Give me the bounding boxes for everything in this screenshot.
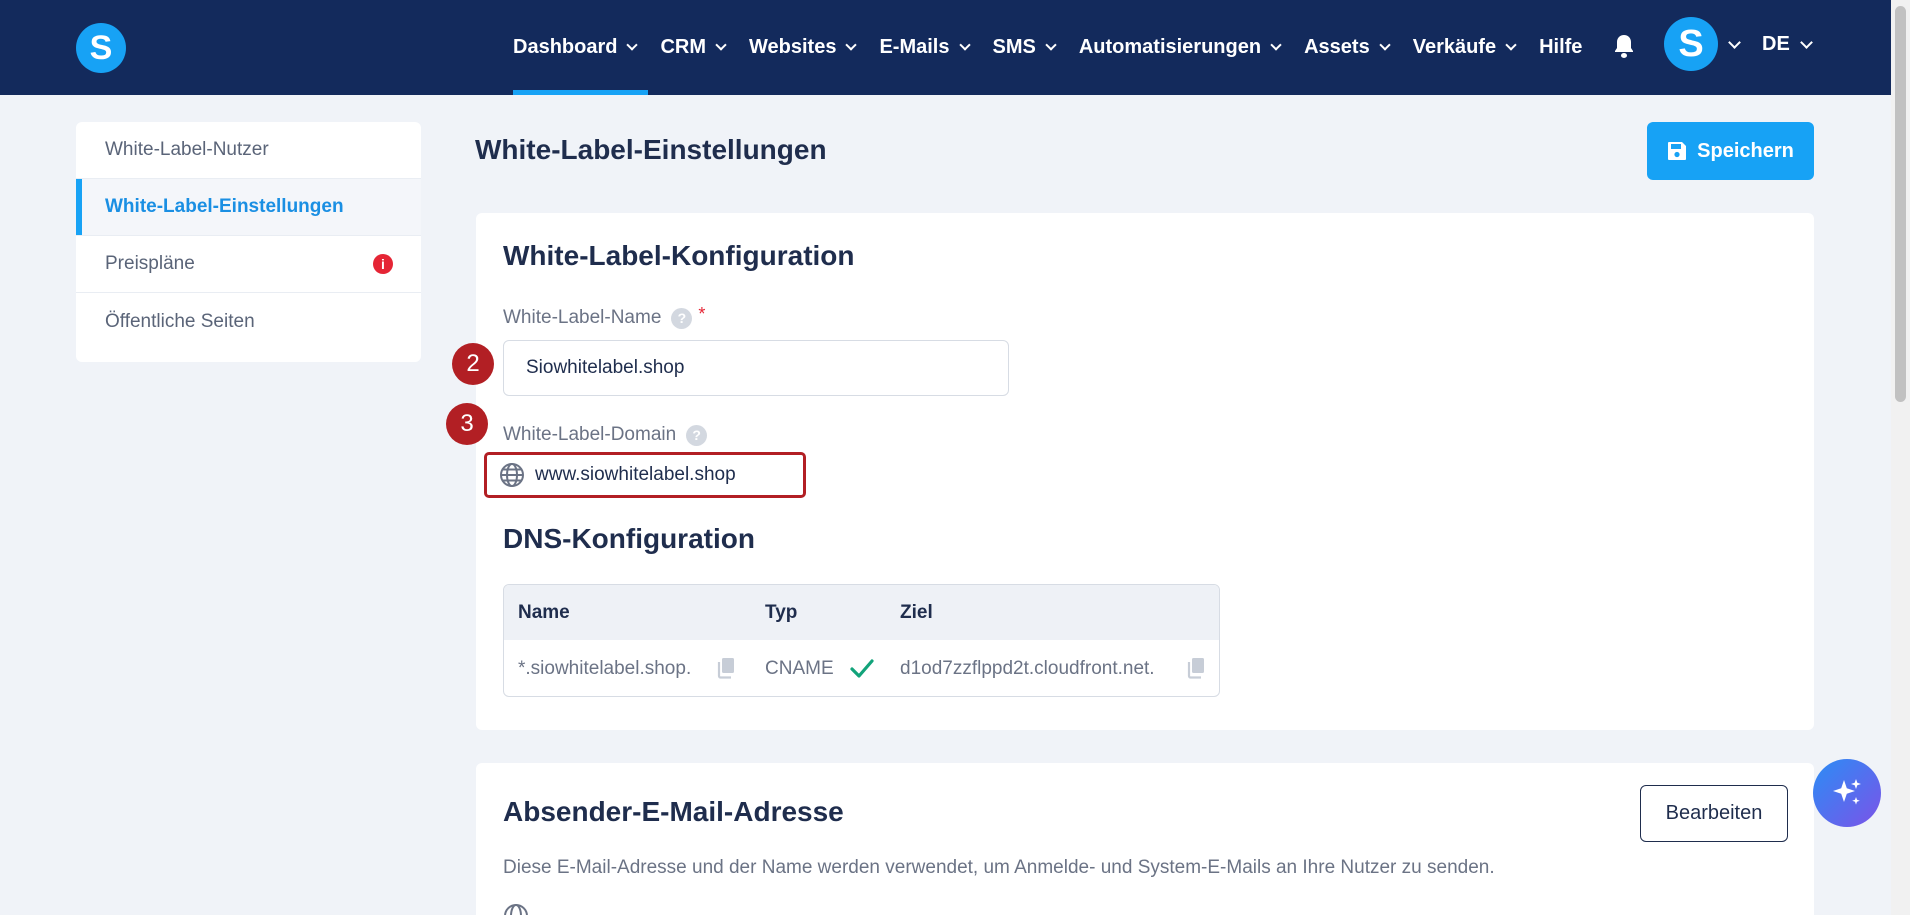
language-selector[interactable]: DE: [1762, 33, 1790, 56]
name-input-value: Siowhitelabel.shop: [526, 357, 685, 378]
chevron-down-icon: [1379, 39, 1391, 51]
column-header-target: Ziel: [900, 602, 933, 623]
nav-item-label: Dashboard: [513, 36, 618, 58]
chevron-down-icon: [1045, 39, 1057, 51]
nav-item-label: SMS: [992, 36, 1036, 58]
sparkle-icon: [1833, 779, 1861, 805]
chevron-down-icon: [1505, 39, 1517, 51]
column-header-type: Typ: [765, 602, 798, 623]
domain-label-text: White-Label-Domain: [503, 424, 677, 445]
column-header-name: Name: [518, 602, 570, 623]
user-avatar[interactable]: S: [1664, 17, 1718, 71]
nav-item-assets[interactable]: Assets: [1304, 0, 1401, 95]
bell-icon[interactable]: [1612, 33, 1636, 59]
globe-icon: [504, 904, 528, 915]
help-icon[interactable]: ?: [686, 424, 708, 446]
white-label-domain-value[interactable]: www.siowhitelabel.shop: [484, 452, 806, 498]
nav-item-label: CRM: [660, 36, 707, 58]
step-marker-3: 3: [446, 403, 488, 445]
edit-button[interactable]: Bearbeiten: [1640, 785, 1788, 842]
copy-icon[interactable]: [717, 657, 735, 679]
chevron-down-icon[interactable]: [1800, 36, 1813, 49]
table-header-row: Name Typ Ziel: [504, 585, 1219, 640]
dns-section-title: DNS-Konfiguration: [503, 523, 755, 554]
globe-icon: [500, 463, 524, 487]
chevron-down-icon: [715, 39, 727, 51]
sidebar-item-label: White-Label-Einstellungen: [105, 196, 344, 217]
nav-item-label: Verkäufe: [1412, 36, 1497, 58]
sender-section-title: Absender-E-Mail-Adresse: [503, 796, 844, 827]
nav-item-label: Automatisierungen: [1078, 36, 1262, 58]
scrollbar-thumb[interactable]: [1895, 6, 1906, 402]
floppy-disk-icon: [1668, 142, 1687, 160]
ai-assistant-button[interactable]: [1813, 759, 1881, 827]
nav-item-hilfe[interactable]: Hilfe: [1539, 0, 1594, 95]
chevron-down-icon: [845, 39, 858, 51]
sidebar-item-white-label-einstellungen[interactable]: White-Label-Einstellungen: [76, 179, 421, 236]
name-label-text: White-Label-Name: [503, 307, 662, 328]
chevron-down-icon[interactable]: [1728, 36, 1741, 49]
dns-config-table: Name Typ Ziel *.siowhitelabel.shop. CNAM…: [503, 584, 1220, 697]
step-marker-2: 2: [452, 343, 494, 385]
sidebar-item-oeffentliche-seiten[interactable]: Öffentliche Seiten: [76, 293, 421, 350]
nav-item-crm[interactable]: CRM: [660, 0, 737, 95]
dns-record-name: *.siowhitelabel.shop.: [518, 658, 692, 679]
sender-email-card: Absender-E-Mail-Adresse Bearbeiten Diese…: [476, 763, 1814, 915]
top-navigation: S Dashboard CRM Websites E-Mails SMS Aut…: [0, 0, 1891, 95]
copy-icon[interactable]: [1187, 657, 1205, 679]
white-label-config-card: White-Label-Konfiguration White-Label-Na…: [476, 213, 1814, 730]
settings-sidebar: White-Label-Nutzer White-Label-Einstellu…: [76, 122, 421, 362]
dns-record-type: CNAME: [765, 658, 834, 679]
sidebar-item-preisplaene[interactable]: Preispläne i: [76, 236, 421, 293]
nav-item-label: E-Mails: [879, 36, 950, 58]
chevron-down-icon: [626, 39, 639, 51]
edit-button-label: Bearbeiten: [1665, 802, 1763, 824]
dns-record-target: d1od7zzflppd2t.cloudfront.net.: [900, 658, 1155, 679]
help-icon[interactable]: ?: [671, 307, 693, 329]
page-scrollbar[interactable]: [1891, 0, 1910, 915]
brand-logo[interactable]: S: [76, 23, 126, 73]
white-label-name-input[interactable]: Siowhitelabel.shop: [503, 340, 1009, 396]
sidebar-item-label: Öffentliche Seiten: [105, 310, 255, 332]
nav-item-sms[interactable]: SMS: [993, 0, 1067, 95]
nav-item-label: Hilfe: [1539, 36, 1583, 58]
name-field-label: White-Label-Name ? *: [503, 303, 706, 329]
sidebar-item-white-label-nutzer[interactable]: White-Label-Nutzer: [76, 122, 421, 179]
nav-item-websites[interactable]: Websites: [749, 0, 867, 95]
nav-item-label: Assets: [1304, 36, 1370, 58]
domain-value-text: www.siowhitelabel.shop: [535, 464, 736, 485]
nav-menu: Dashboard CRM Websites E-Mails SMS Autom…: [513, 0, 1606, 95]
save-button-label: Speichern: [1697, 139, 1794, 162]
sidebar-item-label: Preispläne: [105, 253, 195, 274]
nav-item-dashboard[interactable]: Dashboard: [513, 0, 649, 95]
info-badge-icon: i: [373, 254, 393, 274]
chevron-down-icon: [1270, 39, 1282, 51]
required-marker: *: [698, 303, 706, 324]
nav-item-automatisierungen[interactable]: Automatisierungen: [1079, 0, 1292, 95]
check-icon: [850, 659, 874, 678]
sidebar-item-label: White-Label-Nutzer: [105, 139, 269, 160]
nav-item-verkaeufe[interactable]: Verkäufe: [1413, 0, 1527, 95]
save-button[interactable]: Speichern: [1647, 122, 1814, 180]
table-row: *.siowhitelabel.shop. CNAME d1od7zzflppd…: [504, 640, 1219, 696]
nav-item-label: Websites: [749, 36, 837, 58]
domain-field-label: White-Label-Domain ?: [503, 424, 708, 446]
chevron-down-icon: [958, 39, 971, 51]
sender-description: Diese E-Mail-Adresse und der Name werden…: [503, 857, 1495, 878]
config-section-title: White-Label-Konfiguration: [503, 240, 855, 271]
page-title: White-Label-Einstellungen: [475, 134, 827, 165]
nav-item-emails[interactable]: E-Mails: [879, 0, 980, 95]
